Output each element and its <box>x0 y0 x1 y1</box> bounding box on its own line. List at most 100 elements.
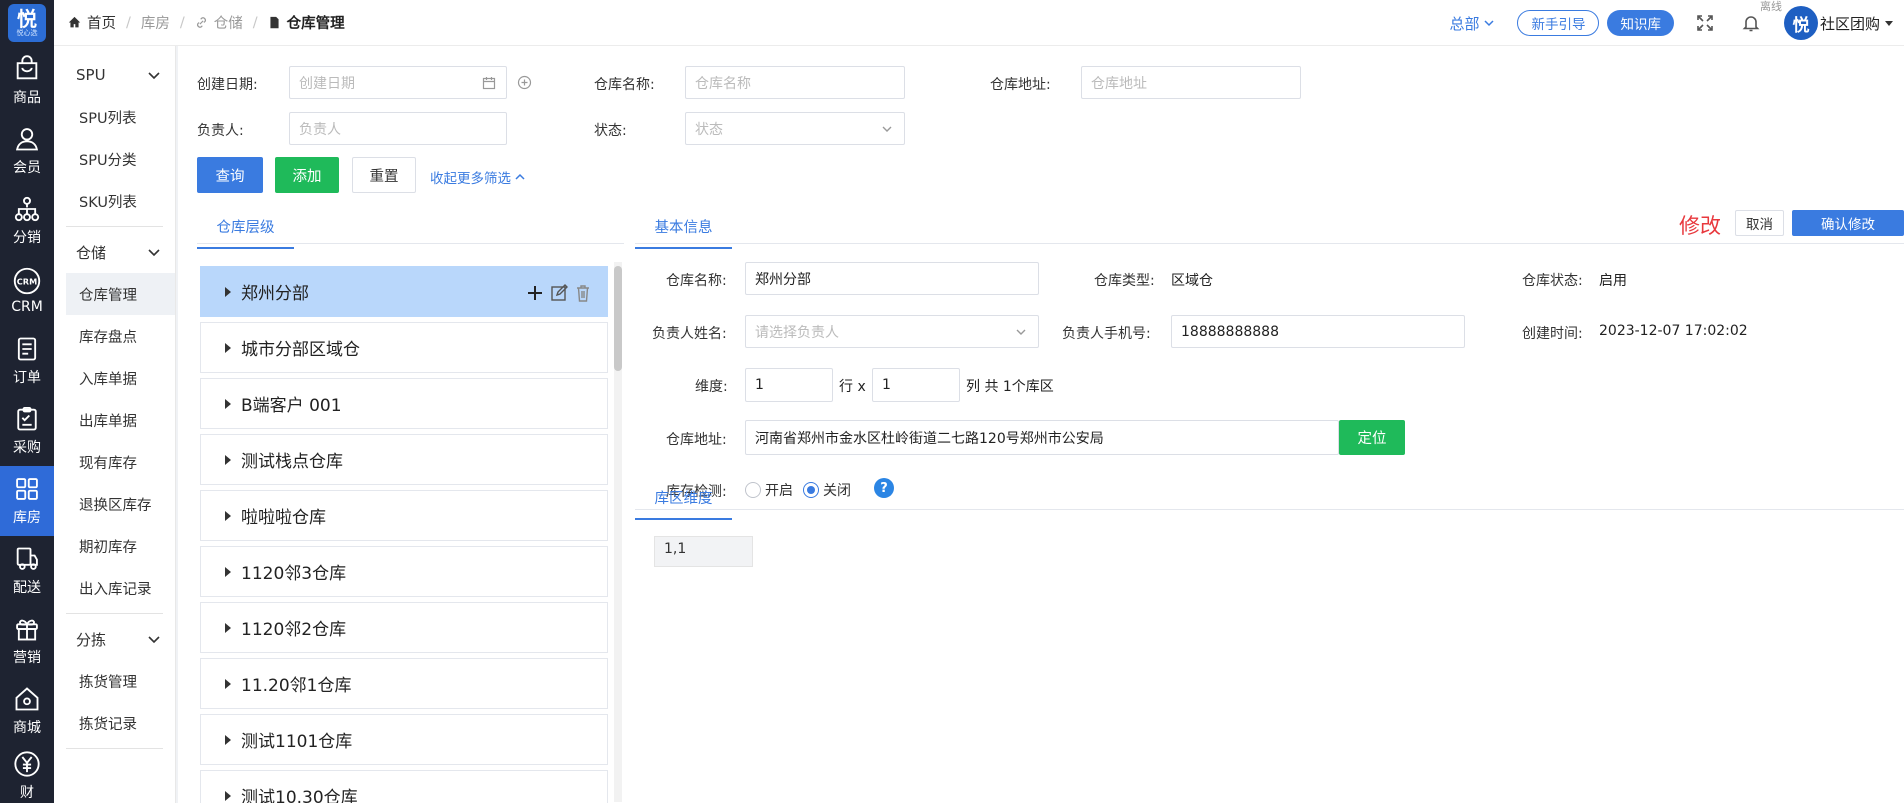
menu-item-spu-list[interactable]: SPU列表 <box>54 96 175 138</box>
owner-select[interactable]: 请选择负责人 <box>745 315 1039 348</box>
tree-scrollbar[interactable] <box>614 262 622 802</box>
brand-logo[interactable]: 悦 悦心选 <box>0 0 54 46</box>
breadcrumb-storage[interactable]: 仓储 <box>195 12 243 33</box>
user-name: 社区团购 <box>1819 14 1880 33</box>
nav-item-delivery[interactable]: 配送 <box>0 536 54 606</box>
menu-item-opening-stock[interactable]: 期初库存 <box>54 525 175 567</box>
menu-item-spu-category[interactable]: SPU分类 <box>54 138 175 180</box>
svg-text:CRM: CRM <box>17 277 37 287</box>
scrollbar-thumb[interactable] <box>614 266 622 371</box>
caret-right-icon[interactable] <box>225 790 231 801</box>
nav-label: 商品 <box>13 90 41 106</box>
caret-right-icon[interactable] <box>225 286 231 297</box>
cancel-button[interactable]: 取消 <box>1735 210 1784 236</box>
tree-item-label: 测试栈点仓库 <box>241 452 343 472</box>
bell-icon[interactable] <box>1742 14 1760 32</box>
truck-icon <box>16 547 38 570</box>
menu-group-storage[interactable]: 仓储 <box>54 231 175 273</box>
tree-item-label: 1120邻2仓库 <box>241 620 347 640</box>
tree-item-zhengzhou[interactable]: 郑州分部 <box>200 266 608 317</box>
help-icon[interactable]: ? <box>874 478 894 498</box>
warehouse-address-filter-input[interactable]: 仓库地址 <box>1081 66 1301 99</box>
cols-value: 1 <box>882 377 891 393</box>
warehouse-address-input[interactable]: 河南省郑州市金水区杜岭街道二七路120号郑州市公安局 <box>745 420 1339 455</box>
stock-check-off-radio[interactable]: 关闭 <box>803 480 851 500</box>
caret-right-icon[interactable] <box>225 734 231 745</box>
menu-item-outbound-docs[interactable]: 出库单据 <box>54 399 175 441</box>
caret-right-icon[interactable] <box>225 510 231 521</box>
nav-item-purchase[interactable]: 采购 <box>0 396 54 466</box>
owner-phone-input[interactable]: 18888888888 <box>1171 315 1465 348</box>
warehouse-name-input[interactable]: 郑州分部 <box>745 262 1039 295</box>
breadcrumb-warehouse[interactable]: 库房 <box>141 12 170 33</box>
tree-item[interactable]: 测试栈点仓库 <box>200 434 608 485</box>
org-switcher[interactable]: 总部 <box>1449 13 1495 34</box>
tab-basic-info[interactable]: 基本信息 <box>635 216 732 249</box>
edit-icon[interactable] <box>549 283 569 303</box>
nav-item-store[interactable]: 商城 <box>0 676 54 746</box>
confirm-edit-button[interactable]: 确认修改 <box>1792 210 1904 236</box>
menu-item-picking-records[interactable]: 拣货记录 <box>54 702 175 744</box>
create-date-input[interactable]: 创建日期 <box>289 66 507 99</box>
caret-right-icon[interactable] <box>225 454 231 465</box>
owner-filter-input[interactable]: 负责人 <box>289 112 507 145</box>
tab-zone-dimension[interactable]: 库区维度 <box>635 487 732 520</box>
add-circle-icon[interactable] <box>517 75 532 90</box>
query-button[interactable]: 查询 <box>197 157 263 193</box>
menu-group-spu[interactable]: SPU <box>54 54 175 96</box>
menu-item-return-stock[interactable]: 退换区库存 <box>54 483 175 525</box>
menu-item-inout-records[interactable]: 出入库记录 <box>54 567 175 609</box>
tree-item[interactable]: 1120邻2仓库 <box>200 602 608 653</box>
nav-item-distribution[interactable]: 分销 <box>0 186 54 256</box>
caret-right-icon[interactable] <box>225 566 231 577</box>
menu-group-picking[interactable]: 分拣 <box>54 618 175 660</box>
tree-item[interactable]: 11.20邻1仓库 <box>200 658 608 709</box>
tree-item[interactable]: 测试10.30仓库 <box>200 770 608 803</box>
breadcrumb-home[interactable]: 首页 <box>68 12 116 33</box>
add-button[interactable]: 添加 <box>275 157 339 193</box>
caret-right-icon[interactable] <box>225 622 231 633</box>
trash-icon[interactable] <box>573 283 593 303</box>
locate-button[interactable]: 定位 <box>1339 420 1405 455</box>
status-filter-label: 状态: <box>594 123 627 139</box>
collapse-filters-link[interactable]: 收起更多筛选 <box>430 167 526 187</box>
tree-item[interactable]: 城市分部区域仓 <box>200 322 608 373</box>
caret-right-icon[interactable] <box>225 342 231 353</box>
fullscreen-icon[interactable] <box>1696 14 1714 32</box>
menu-item-warehouse-management[interactable]: 仓库管理 <box>66 273 175 315</box>
plus-icon[interactable] <box>525 283 545 303</box>
user-menu[interactable]: 悦 社区团购 <box>1783 6 1894 40</box>
rows-value: 1 <box>755 377 764 393</box>
cols-input[interactable]: 1 <box>872 368 960 402</box>
status-filter-select[interactable]: 状态 <box>685 112 905 145</box>
reset-button[interactable]: 重置 <box>352 157 416 193</box>
nav-item-crm[interactable]: CRM CRM <box>0 256 54 326</box>
menu-item-inbound-docs[interactable]: 入库单据 <box>54 357 175 399</box>
caret-right-icon[interactable] <box>225 398 231 409</box>
nav-item-order[interactable]: 订单 <box>0 326 54 396</box>
tree-item[interactable]: 啦啦啦仓库 <box>200 490 608 541</box>
rows-input[interactable]: 1 <box>745 368 833 402</box>
owner-filter-label: 负责人: <box>197 123 244 139</box>
nav-item-finance[interactable]: 财 <box>0 746 54 803</box>
tree-item[interactable]: 1120邻3仓库 <box>200 546 608 597</box>
tree-item[interactable]: 测试1101仓库 <box>200 714 608 765</box>
nav-item-member[interactable]: 会员 <box>0 116 54 186</box>
nav-label: 配送 <box>13 580 41 596</box>
zone-cell[interactable]: 1,1 <box>654 536 753 567</box>
knowledge-base-button[interactable]: 知识库 <box>1607 10 1674 36</box>
warehouse-name-filter-input[interactable]: 仓库名称 <box>685 66 905 99</box>
nav-item-marketing[interactable]: 营销 <box>0 606 54 676</box>
nav-item-warehouse[interactable]: 库房 <box>0 466 54 536</box>
menu-item-picking-management[interactable]: 拣货管理 <box>54 660 175 702</box>
stock-check-on-radio[interactable]: 开启 <box>745 480 793 500</box>
tab-warehouse-hierarchy[interactable]: 仓库层级 <box>197 216 294 249</box>
grid-icon <box>16 478 38 500</box>
guide-button[interactable]: 新手引导 <box>1517 10 1600 36</box>
menu-item-sku-list[interactable]: SKU列表 <box>54 180 175 222</box>
menu-item-stocktake[interactable]: 库存盘点 <box>54 315 175 357</box>
nav-item-goods[interactable]: 商品 <box>0 46 54 116</box>
tree-item[interactable]: B端客户 001 <box>200 378 608 429</box>
menu-item-current-stock[interactable]: 现有库存 <box>54 441 175 483</box>
caret-right-icon[interactable] <box>225 678 231 689</box>
